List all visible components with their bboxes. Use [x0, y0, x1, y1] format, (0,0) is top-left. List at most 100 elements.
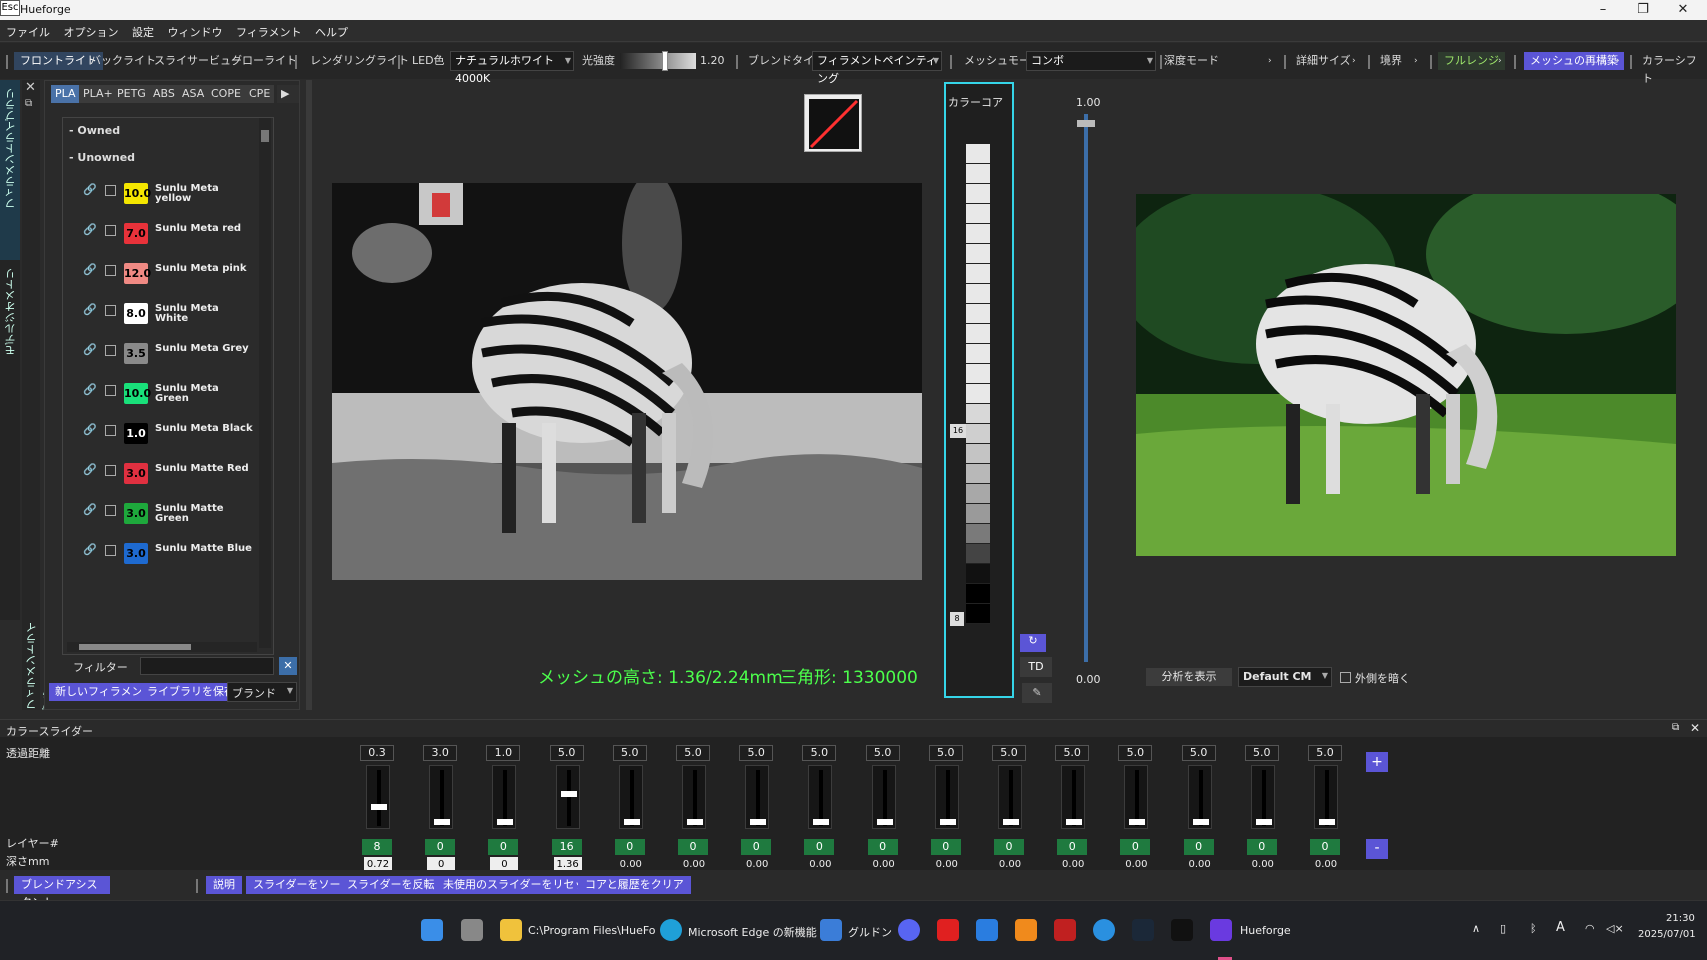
tab-pla-plus[interactable]: PLA+	[79, 85, 117, 103]
filament-row[interactable]: 🔗 3.5 Sunlu Meta Grey	[63, 333, 263, 373]
slider-handle[interactable]	[1066, 819, 1083, 825]
remove-slider-button[interactable]: -	[1366, 839, 1388, 859]
float-window-icon[interactable]: ⧉	[1672, 722, 1679, 733]
boundary-button[interactable]: 境界	[1374, 52, 1408, 70]
menu-file[interactable]: ファイル	[0, 20, 54, 40]
filament-row[interactable]: 🔗 10.0 Sunlu Meta yellow	[63, 173, 263, 213]
tab-asa[interactable]: ASA	[178, 85, 209, 103]
hueforge-icon[interactable]	[1210, 919, 1232, 941]
pdf-icon[interactable]	[1054, 919, 1076, 941]
layer-number[interactable]: 0	[488, 839, 519, 855]
scrollbar-thumb[interactable]	[261, 130, 269, 142]
td-spinbox[interactable]: 5.0	[739, 745, 774, 761]
menu-options[interactable]: オプション	[58, 20, 123, 40]
filter-input[interactable]	[140, 657, 274, 675]
bluetooth-icon[interactable]: ᛒ	[1530, 922, 1537, 935]
menu-window[interactable]: ウィンドウ	[162, 20, 227, 40]
filament-row[interactable]: 🔗 10.0 Sunlu Meta Green	[63, 373, 263, 413]
filament-row[interactable]: 🔗 3.0 Sunlu Matte Red	[63, 453, 263, 493]
steam-icon[interactable]	[1132, 919, 1154, 941]
link-icon[interactable]: 🔗	[83, 223, 97, 236]
layer-slider[interactable]	[998, 765, 1022, 829]
td-spinbox[interactable]: 5.0	[1055, 745, 1090, 761]
core-bottom-marker[interactable]: 8	[950, 612, 964, 626]
slider-handle[interactable]	[623, 819, 640, 825]
chat-app-icon[interactable]	[820, 919, 842, 941]
layer-slider[interactable]	[366, 765, 390, 829]
layer-slider[interactable]	[745, 765, 770, 829]
slider-handle[interactable]	[939, 819, 956, 825]
td-spinbox[interactable]: 5.0	[802, 745, 837, 761]
layer-number[interactable]: 0	[1183, 839, 1214, 855]
slider-handle[interactable]	[1003, 819, 1019, 825]
todo-icon[interactable]	[976, 919, 998, 941]
browser-icon[interactable]	[1093, 919, 1115, 941]
slider-handle[interactable]	[750, 819, 767, 825]
layer-number[interactable]: 16	[551, 839, 582, 855]
link-icon[interactable]: 🔗	[83, 423, 97, 436]
td-spinbox[interactable]: 5.0	[676, 745, 710, 761]
link-icon[interactable]: 🔗	[83, 183, 97, 196]
layer-slider[interactable]	[1250, 765, 1275, 829]
layer-slider[interactable]	[429, 765, 454, 829]
close-icon[interactable]: ✕	[25, 80, 36, 95]
filament-row[interactable]: 🔗 3.0 Sunlu Matte Blue	[63, 533, 263, 573]
owned-checkbox[interactable]	[105, 185, 116, 196]
td-spinbox[interactable]: 5.0	[928, 745, 963, 761]
layer-slider[interactable]	[555, 765, 580, 829]
3d-mesh-viewport[interactable]	[332, 183, 922, 580]
td-spinbox[interactable]: 5.0	[865, 745, 900, 761]
tab-pla[interactable]: PLA	[51, 85, 80, 103]
invert-sliders-button[interactable]: スライダーを反転	[340, 876, 442, 894]
rebuild-mesh-button[interactable]: メッシュの再構築	[1524, 52, 1624, 70]
link-icon[interactable]: 🔗	[83, 503, 97, 516]
show-analysis-button[interactable]: 分析を表示	[1146, 668, 1232, 686]
slider-handle[interactable]	[560, 791, 577, 797]
tabs-scroll-right-icon[interactable]: ▶	[277, 85, 299, 103]
ime-indicator[interactable]: A	[1556, 920, 1565, 935]
layer-slider[interactable]	[682, 765, 706, 829]
tab-cpe[interactable]: CPE	[245, 85, 275, 103]
pencil-icon[interactable]: ✎	[1022, 683, 1052, 703]
link-icon[interactable]: 🔗	[83, 463, 97, 476]
restore-button[interactable]: ❐	[1625, 1, 1661, 19]
td-spinbox[interactable]: 5.0	[992, 745, 1026, 761]
layer-number[interactable]: 0	[1057, 839, 1088, 855]
wifi-icon[interactable]: ◠	[1585, 922, 1595, 935]
layer-number[interactable]: 0	[741, 839, 772, 855]
height-slider-handle[interactable]	[1077, 120, 1095, 127]
td-spinbox[interactable]: 5.0	[1118, 745, 1153, 761]
taskbar-edge-label[interactable]: Microsoft Edge の新機能	[688, 924, 817, 940]
slider-handle[interactable]	[1129, 819, 1146, 825]
slider-handle[interactable]	[434, 819, 451, 825]
taskbar-hueforge-label[interactable]: Hueforge	[1240, 924, 1291, 937]
tab-cope[interactable]: COPE	[207, 85, 245, 103]
layer-slider[interactable]	[618, 765, 643, 829]
close-button[interactable]: ✕	[1665, 1, 1701, 19]
filament-row[interactable]: 🔗 7.0 Sunlu Meta red	[63, 213, 263, 253]
td-spinbox[interactable]: 0.3	[360, 745, 394, 761]
td-spinbox[interactable]: 5.0	[1181, 745, 1216, 761]
task-view-icon[interactable]	[461, 919, 483, 941]
color-match-dropdown[interactable]: Default CM ▼	[1238, 667, 1332, 687]
add-slider-button[interactable]: +	[1366, 752, 1388, 772]
slider-handle[interactable]	[497, 819, 514, 825]
layer-number[interactable]: 0	[804, 839, 835, 855]
layer-slider[interactable]	[1187, 765, 1212, 829]
clock-time[interactable]: 21:30	[1666, 913, 1695, 924]
layer-number[interactable]: 0	[678, 839, 708, 855]
layer-slider[interactable]	[871, 765, 896, 829]
height-slider[interactable]	[1077, 114, 1095, 662]
layer-number[interactable]: 0	[1246, 839, 1277, 855]
slider-handle[interactable]	[371, 804, 387, 810]
filament-row[interactable]: 🔗 1.0 Sunlu Meta Black	[63, 413, 263, 453]
layer-slider[interactable]	[934, 765, 959, 829]
menu-help[interactable]: ヘルプ	[309, 20, 352, 40]
edge-icon[interactable]	[660, 919, 682, 941]
tab-petg[interactable]: PETG	[113, 85, 150, 103]
menu-settings[interactable]: 設定	[126, 20, 158, 40]
filament-row[interactable]: 🔗 8.0 Sunlu Meta White	[63, 293, 263, 333]
no-color-swatch[interactable]	[804, 94, 862, 152]
refresh-icon[interactable]: ↻	[1020, 634, 1046, 652]
layer-slider[interactable]	[1314, 765, 1338, 829]
